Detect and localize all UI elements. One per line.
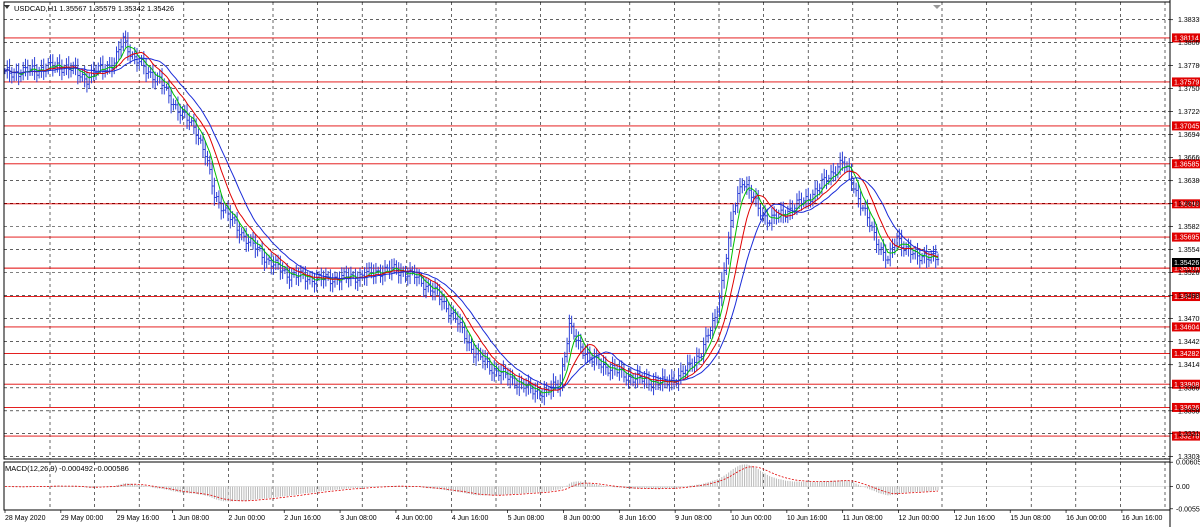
price-tick-label: 1.35545 (1178, 247, 1200, 254)
time-tick-label: 10 Jun 16:00 (787, 515, 828, 522)
price-tick-label: 1.36105 (1178, 201, 1200, 208)
level-label: 1.34604 (1174, 325, 1199, 332)
price-tick-label: 1.38060 (1178, 40, 1200, 47)
time-tick-label: 10 Jun 00:00 (731, 515, 772, 522)
level-label: 1.36585 (1174, 161, 1199, 168)
time-tick-label: 16 Jun 00:00 (1066, 515, 1107, 522)
price-tick-label: 1.33585 (1178, 408, 1200, 415)
price-tick-label: 1.35825 (1178, 224, 1200, 231)
time-tick-label: 29 May 16:00 (117, 515, 160, 522)
time-tick-label: 5 Jun 08:00 (508, 515, 545, 522)
price-tick-label: 1.34985 (1178, 293, 1200, 300)
price-tick-label: 1.34705 (1178, 316, 1200, 323)
price-tick-label: 1.34425 (1178, 339, 1200, 346)
macd-header: MACD(12,26,9) -0.000492 -0.000586 (5, 464, 129, 473)
time-tick-label: 2 Jun 16:00 (284, 515, 321, 522)
time-tick-label: 8 Jun 16:00 (619, 515, 656, 522)
time-tick-label: 12 Jun 00:00 (899, 515, 940, 522)
time-tick-label: 2 Jun 00:00 (228, 515, 265, 522)
price-tick-label: 1.37500 (1178, 86, 1200, 93)
price-tick-label: 1.33865 (1178, 385, 1200, 392)
symbol-header: USDCAD,H1 1.35567 1.35579 1.35342 1.3542… (14, 4, 174, 13)
price-chart[interactable]: 1.381141.375791.370451.365851.360991.356… (0, 0, 1200, 527)
time-tick-label: 3 Jun 08:00 (340, 515, 377, 522)
time-tick-label: 9 Jun 08:00 (675, 515, 712, 522)
time-tick-label: 16 Jun 16:00 (1122, 515, 1163, 522)
time-tick-label: 29 May 00:00 (61, 515, 104, 522)
macd-tick-label: -0.0055 (1176, 506, 1200, 513)
price-tick-label: 1.37780 (1178, 63, 1200, 70)
time-tick-label: 4 Jun 00:00 (396, 515, 433, 522)
time-tick-label: 8 Jun 00:00 (563, 515, 600, 522)
price-tick-label: 1.36940 (1178, 132, 1200, 139)
macd-tick-label: 0.006051 (1176, 460, 1200, 467)
level-label: 1.35695 (1174, 235, 1199, 242)
time-tick-label: 4 Jun 16:00 (452, 515, 489, 522)
macd-tick-label: 0.00 (1176, 484, 1190, 491)
time-tick-label: 28 May 2020 (5, 515, 46, 522)
current-price-label: 1.35426 (1174, 260, 1199, 267)
time-tick-label: 12 Jun 16:00 (954, 515, 995, 522)
time-tick-label: 1 Jun 08:00 (173, 515, 210, 522)
price-tick-label: 1.35265 (1178, 270, 1200, 277)
price-tick-label: 1.33310 (1178, 431, 1200, 438)
price-tick-label: 1.36380 (1178, 178, 1200, 185)
price-tick-label: 1.37220 (1178, 109, 1200, 116)
current-price-badge: 1.35426 (1172, 258, 1200, 267)
price-tick-label: 1.36660 (1178, 155, 1200, 162)
time-tick-label: 15 Jun 08:00 (1010, 515, 1051, 522)
price-tick-label: 1.34145 (1178, 362, 1200, 369)
level-label: 1.37045 (1174, 124, 1199, 131)
price-tick-label: 1.38335 (1178, 17, 1200, 24)
time-tick-label: 11 Jun 08:00 (843, 515, 883, 522)
level-label: 1.34282 (1174, 351, 1199, 358)
